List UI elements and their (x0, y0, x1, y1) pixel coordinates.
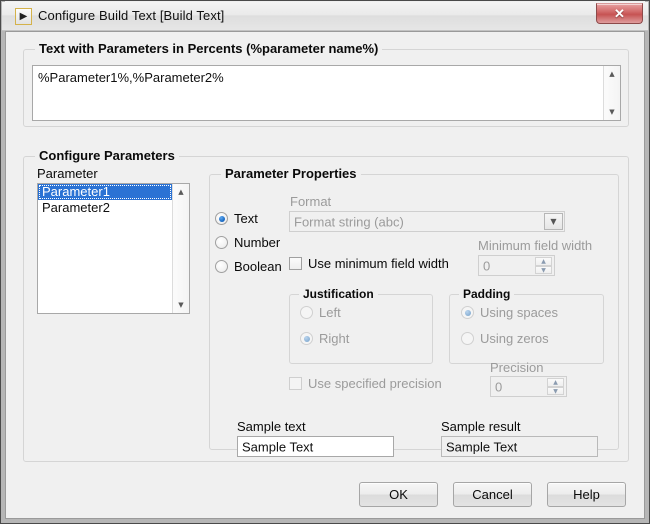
stepper-down-icon[interactable]: ▼ (535, 265, 552, 274)
radio-justification-right[interactable]: Right (300, 332, 349, 346)
minimum-field-width-stepper[interactable]: 0 ▲ ▼ (478, 255, 555, 276)
minimum-field-width-value: 0 (483, 258, 491, 273)
radio-text-label: Text (234, 211, 258, 226)
minimum-field-width-buttons[interactable]: ▲ ▼ (535, 257, 552, 274)
radio-padding-zeros-dot (461, 332, 474, 345)
window-title: Configure Build Text [Build Text] (38, 8, 225, 23)
radio-padding-zeros[interactable]: Using zeros (461, 332, 549, 346)
use-specified-precision-checkbox[interactable]: Use specified precision (289, 377, 442, 391)
scroll-down-icon[interactable]: ▼ (173, 297, 189, 313)
scroll-down-icon[interactable]: ▼ (604, 104, 620, 120)
help-button[interactable]: Help (547, 482, 626, 507)
use-minimum-field-width-label: Use minimum field width (308, 256, 449, 271)
parameter-listbox[interactable]: Parameter1 Parameter2 ▲ ▼ (37, 183, 190, 314)
radio-padding-spaces-label: Using spaces (480, 305, 559, 320)
radio-number-label: Number (234, 235, 281, 250)
radio-text[interactable]: Text (215, 212, 258, 226)
parameter-list-label: Parameter (37, 166, 98, 181)
configure-parameters-title: Configure Parameters (35, 148, 179, 163)
radio-number[interactable]: Number (215, 236, 280, 250)
textarea-scrollbar[interactable]: ▲ ▼ (603, 66, 620, 120)
radio-justification-left-label: Left (319, 305, 341, 320)
ok-button[interactable]: OK (359, 482, 438, 507)
scroll-up-icon[interactable]: ▲ (604, 66, 620, 82)
list-item[interactable]: Parameter1 (38, 184, 172, 200)
padding-title: Padding (459, 287, 515, 301)
precision-label: Precision (490, 360, 544, 375)
stepper-up-icon[interactable]: ▲ (547, 378, 564, 387)
labview-vi-icon: ▶ (15, 8, 32, 25)
parameter-text-value: %Parameter1%,%Parameter2% (38, 70, 224, 85)
list-item[interactable]: Parameter2 (38, 200, 172, 216)
radio-padding-zeros-label: Using zeros (480, 331, 549, 346)
radio-padding-spaces[interactable]: Using spaces (461, 306, 558, 320)
use-minimum-field-width-checkbox[interactable]: Use minimum field width (289, 257, 449, 271)
checkbox-box (289, 257, 302, 270)
sample-text-label: Sample text (237, 419, 306, 434)
radio-justification-left[interactable]: Left (300, 306, 341, 320)
radio-boolean-dot (215, 260, 228, 273)
checkbox-box (289, 377, 302, 390)
stepper-up-icon[interactable]: ▲ (535, 257, 552, 266)
close-icon: ✕ (614, 6, 625, 21)
radio-boolean[interactable]: Boolean (215, 260, 282, 274)
precision-stepper[interactable]: 0 ▲ ▼ (490, 376, 567, 397)
format-dropdown-value: Format string (abc) (294, 214, 404, 229)
stepper-down-icon[interactable]: ▼ (547, 386, 564, 395)
parameter-list-items: Parameter1 Parameter2 (38, 184, 172, 216)
format-dropdown[interactable]: Format string (abc) ▼ (289, 211, 565, 232)
scroll-up-icon[interactable]: ▲ (173, 184, 189, 200)
parameter-listbox-scrollbar[interactable]: ▲ ▼ (172, 184, 189, 313)
radio-padding-spaces-dot (461, 306, 474, 319)
sample-text-value: Sample Text (242, 439, 314, 454)
cancel-button[interactable]: Cancel (453, 482, 532, 507)
radio-text-dot (215, 212, 228, 225)
title-bar: ▶ Configure Build Text [Build Text] ✕ (2, 2, 648, 31)
justification-title: Justification (299, 287, 378, 301)
format-label: Format (290, 194, 332, 209)
precision-value: 0 (495, 379, 503, 394)
parameter-text-input[interactable]: %Parameter1%,%Parameter2% ▲ ▼ (32, 65, 621, 121)
radio-number-dot (215, 236, 228, 249)
close-button[interactable]: ✕ (596, 3, 643, 24)
radio-boolean-label: Boolean (234, 259, 282, 274)
dialog-window: ▶ Configure Build Text [Build Text] ✕ Te… (0, 0, 650, 524)
precision-stepper-buttons[interactable]: ▲ ▼ (547, 378, 564, 395)
minimum-field-width-label: Minimum field width (478, 238, 593, 253)
radio-justification-right-dot (300, 332, 313, 345)
parameter-properties-title: Parameter Properties (221, 166, 361, 181)
sample-text-input[interactable]: Sample Text (237, 436, 394, 457)
radio-justification-left-dot (300, 306, 313, 319)
radio-justification-right-label: Right (319, 331, 350, 346)
sample-result-label: Sample result (441, 419, 521, 434)
sample-result-value: Sample Text (446, 439, 518, 454)
justification-group: Justification (289, 287, 433, 364)
text-with-parameters-title: Text with Parameters in Percents (%param… (35, 41, 383, 56)
labview-vi-icon-glyph: ▶ (19, 11, 28, 22)
chevron-down-icon[interactable]: ▼ (544, 213, 563, 230)
sample-result-output: Sample Text (441, 436, 598, 457)
use-specified-precision-label: Use specified precision (308, 376, 442, 391)
